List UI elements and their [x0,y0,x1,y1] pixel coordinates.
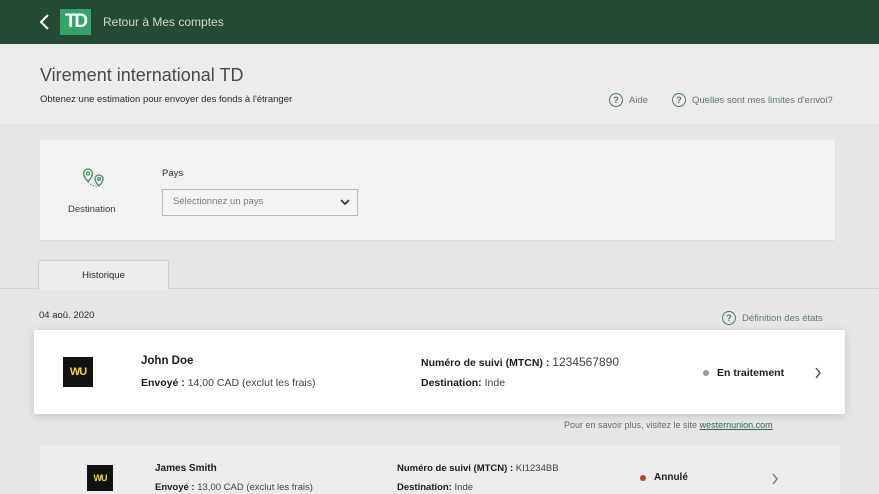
help-circle-icon: ? [722,311,736,325]
tab-history[interactable]: Historique [38,260,169,290]
status-label: En traitement [717,367,785,379]
chevron-left-icon[interactable] [38,13,52,31]
page-subtitle: Obtenez une estimation pour envoyer des … [40,94,293,105]
chevron-down-icon [340,199,350,206]
states-definition-label: Définition des états [742,312,823,324]
send-limits-link[interactable]: ? Quelles sont mes limites d'envoi? [672,93,833,107]
transfer-destination: Destination: Inde [421,377,505,389]
western-union-link[interactable]: westernunion.com [700,420,773,430]
amount-sent: Envoyé : 13,00 CAD (exclut les frais) [155,482,313,493]
country-select-placeholder: Sélectionnez un pays [173,196,264,207]
td-logo[interactable]: TD [60,9,91,35]
transfer-destination-label: Destination: [397,482,452,493]
transfer-destination-value: Inde [454,482,474,493]
western-union-logo: WU [87,465,113,491]
country-label: Pays [162,168,184,179]
western-union-logo: WU [63,357,93,387]
status-dot-icon [703,370,709,376]
help-circle-icon: ? [672,93,686,107]
help-circle-icon: ? [609,93,623,107]
status-dot-icon [640,474,646,481]
destination-label: Destination [68,204,116,215]
help-link-label: Aide [629,94,649,106]
amount-sent: Envoyé : 14,00 CAD (exclut les frais) [141,377,315,389]
status-badge: Annulé [640,472,688,483]
learn-more-label: Pour en savoir plus, visitez le site [564,420,698,430]
map-pins-icon [82,168,104,187]
page-title: Virement international TD [40,65,244,85]
title-section: Virement international TD Obtenez une es… [0,44,879,124]
recipient-name: James Smith [155,463,217,474]
tracking-number-label: Numéro de suivi (MTCN) : [397,463,514,474]
top-bar: TD Retour à Mes comptes [0,0,879,44]
amount-sent-value: 14,00 CAD (exclut les frais) [187,377,316,389]
chevron-right-icon[interactable] [814,367,822,379]
country-select[interactable]: Sélectionnez un pays [162,189,358,216]
send-limits-label: Quelles sont mes limites d'envoi? [692,94,833,106]
help-link[interactable]: ? Aide [609,93,648,107]
tracking-number: Numéro de suivi (MTCN) : KI1234BB [397,463,559,474]
transfer-destination-label: Destination: [421,377,482,389]
tracking-number-label: Numéro de suivi (MTCN) : [421,357,550,369]
destination-card [40,140,835,240]
transfer-destination-value: Inde [484,377,506,389]
tracking-number-value: 1234567890 [552,355,620,369]
tracking-number: Numéro de suivi (MTCN) : 1234567890 [421,355,619,369]
history-date: 04 aoû. 2020 [39,310,95,321]
recipient-name: John Doe [141,355,194,367]
amount-sent-label: Envoyé : [155,482,195,493]
amount-sent-label: Envoyé : [141,377,185,389]
learn-more-text: Pour en savoir plus, visitez le site wes… [564,420,773,430]
chevron-right-icon[interactable] [771,473,779,485]
status-badge: En traitement [703,367,784,379]
states-definition-link[interactable]: ? Définition des états [722,311,823,325]
tracking-number-value: KI1234BB [515,463,559,474]
amount-sent-value: 13,00 CAD (exclut les frais) [197,482,313,493]
back-to-accounts-link[interactable]: Retour à Mes comptes [103,15,224,29]
status-label: Annulé [654,472,688,483]
transfer-destination: Destination: Inde [397,482,473,493]
